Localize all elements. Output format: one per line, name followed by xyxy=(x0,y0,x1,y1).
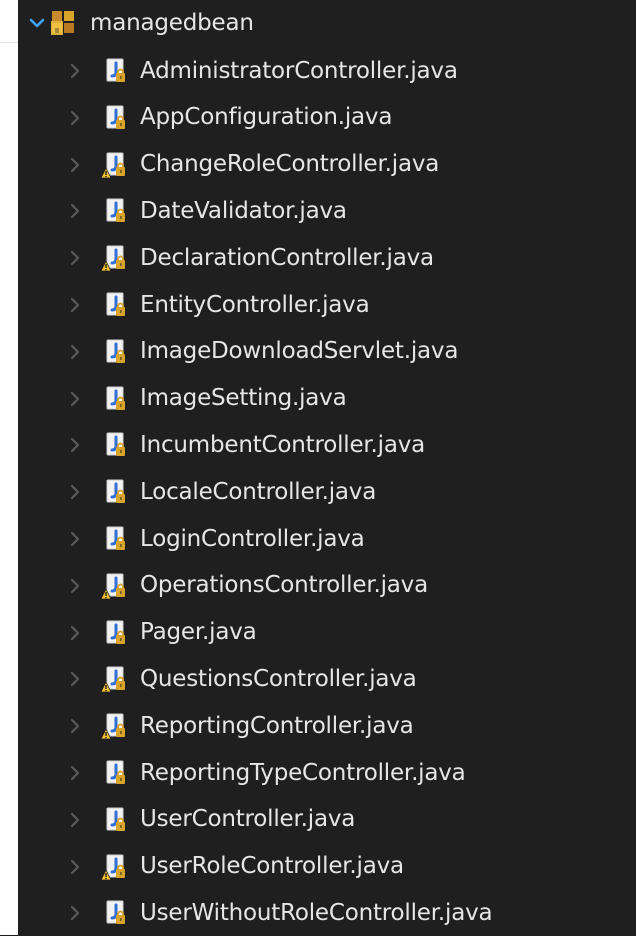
chevron-right-icon[interactable] xyxy=(66,670,84,688)
project-explorer-tree[interactable]: managedbean AdministratorController.java… xyxy=(18,0,636,935)
java-file-warning-icon xyxy=(100,854,125,880)
java-file-warning-icon xyxy=(100,245,125,272)
java-file-icon xyxy=(106,900,125,925)
file-label: AdministratorController.java xyxy=(140,57,458,84)
file-label: ReportingTypeController.java xyxy=(140,759,466,786)
java-file-icon xyxy=(106,292,125,316)
java-file-icon xyxy=(106,339,125,363)
tree-item-file[interactable]: UserController.java xyxy=(66,797,355,843)
tree-item-file[interactable]: AdministratorController.java xyxy=(66,48,458,94)
chevron-right-icon[interactable] xyxy=(66,343,84,361)
java-file-warning-icon xyxy=(100,152,125,178)
file-label: UserRoleController.java xyxy=(140,853,404,880)
file-label: UserController.java xyxy=(140,806,356,833)
chevron-right-icon[interactable] xyxy=(66,390,84,408)
chevron-right-icon[interactable] xyxy=(66,249,84,267)
tree-item-file[interactable]: AppConfiguration.java xyxy=(66,95,392,141)
chevron-right-icon[interactable] xyxy=(66,483,84,501)
file-label: EntityController.java xyxy=(140,291,370,318)
file-label: Pager.java xyxy=(140,619,257,646)
tree-item-file[interactable]: LocaleController.java xyxy=(66,469,376,515)
file-label: ImageSetting.java xyxy=(140,385,347,412)
chevron-down-icon[interactable] xyxy=(28,14,46,32)
chevron-right-icon[interactable] xyxy=(66,62,84,80)
file-label: DateValidator.java xyxy=(140,197,347,224)
tree-item-file[interactable]: ReportingController.java xyxy=(66,703,414,749)
file-label: QuestionsController.java xyxy=(140,665,417,692)
java-file-warning-icon xyxy=(100,713,125,740)
chevron-right-icon[interactable] xyxy=(66,858,84,876)
java-file-icon xyxy=(106,198,125,223)
left-panel-edge xyxy=(0,0,18,935)
java-file-icon xyxy=(106,620,125,644)
tree-item-file[interactable]: OperationsController.java xyxy=(66,563,428,609)
tree-item-file[interactable]: Pager.java xyxy=(66,610,257,656)
chevron-right-icon[interactable] xyxy=(66,764,84,782)
tree-item-file[interactable]: DeclarationController.java xyxy=(66,235,434,281)
chevron-right-icon[interactable] xyxy=(66,904,84,922)
tree-item-file[interactable]: EntityController.java xyxy=(66,282,370,328)
file-label: ReportingController.java xyxy=(140,712,414,739)
tree-item-file[interactable]: UserRoleController.java xyxy=(66,844,404,890)
file-label: OperationsController.java xyxy=(140,572,428,599)
package-label: managedbean xyxy=(90,9,254,36)
file-label: AppConfiguration.java xyxy=(140,104,393,131)
chevron-right-icon[interactable] xyxy=(66,202,84,220)
tree-item-file[interactable]: LoginController.java xyxy=(66,516,365,562)
chevron-right-icon[interactable] xyxy=(66,436,84,454)
chevron-right-icon[interactable] xyxy=(66,296,84,314)
file-label: LoginController.java xyxy=(140,525,365,552)
java-file-icon xyxy=(106,807,125,831)
java-file-warning-icon xyxy=(100,573,125,600)
tree-item-file[interactable]: QuestionsController.java xyxy=(66,656,417,702)
java-file-icon xyxy=(106,386,125,410)
chevron-right-icon[interactable] xyxy=(66,109,84,127)
chevron-right-icon[interactable] xyxy=(66,156,84,174)
tree-item-file[interactable]: ChangeRoleController.java xyxy=(66,142,439,188)
tree-item-package[interactable]: managedbean xyxy=(28,0,254,46)
java-file-icon xyxy=(106,432,125,457)
java-file-icon xyxy=(106,479,125,504)
package-icon xyxy=(51,11,74,35)
file-label: ImageDownloadServlet.java xyxy=(140,338,459,365)
chevron-right-icon[interactable] xyxy=(66,530,84,548)
java-file-icon xyxy=(106,526,125,550)
chevron-right-icon[interactable] xyxy=(66,717,84,735)
java-file-warning-icon xyxy=(100,666,125,693)
java-file-icon xyxy=(106,760,125,784)
file-label: UserWithoutRoleController.java xyxy=(140,899,493,926)
java-file-icon xyxy=(106,58,125,82)
chevron-right-icon[interactable] xyxy=(66,624,84,642)
file-label: LocaleController.java xyxy=(140,478,377,505)
tree-item-file[interactable]: DateValidator.java xyxy=(66,188,347,234)
chevron-right-icon[interactable] xyxy=(66,577,84,595)
file-label: IncumbentController.java xyxy=(140,431,426,458)
file-label: DeclarationController.java xyxy=(140,244,434,271)
tree-item-file[interactable]: ImageSetting.java xyxy=(66,376,347,422)
left-panel-divider xyxy=(0,42,18,43)
chevron-right-icon[interactable] xyxy=(66,811,84,829)
tree-item-file[interactable]: ImageDownloadServlet.java xyxy=(66,329,458,375)
java-file-icon xyxy=(106,105,125,129)
tree-item-file[interactable]: ReportingTypeController.java xyxy=(66,750,466,796)
tree-item-file[interactable]: IncumbentController.java xyxy=(66,422,425,468)
tree-item-file[interactable]: UserWithoutRoleController.java xyxy=(66,890,493,936)
file-label: ChangeRoleController.java xyxy=(140,151,440,178)
